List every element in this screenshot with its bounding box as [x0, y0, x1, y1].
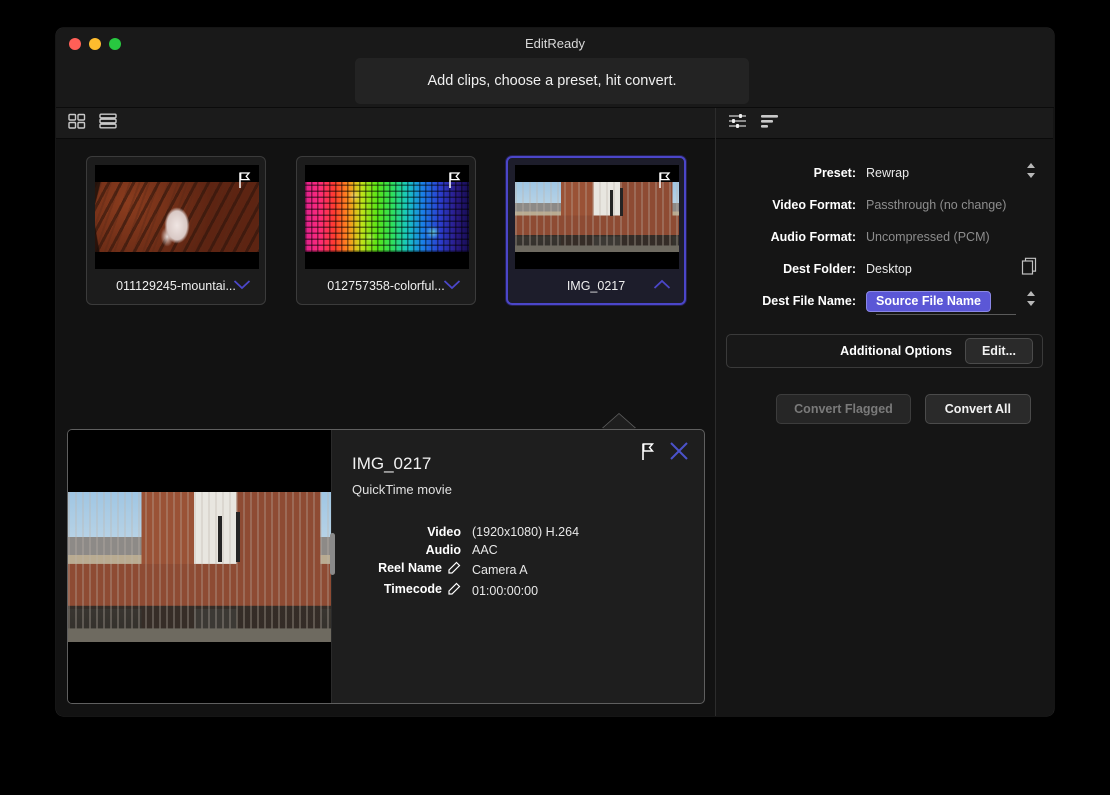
chevron-down-icon[interactable]: [443, 279, 461, 293]
detail-subtitle: QuickTime movie: [352, 482, 452, 497]
metadata-value: AAC: [472, 543, 498, 557]
convert-flagged-button[interactable]: Convert Flagged: [776, 394, 911, 424]
metadata-value[interactable]: 01:00:00:00: [470, 580, 579, 601]
field-label: Preset:: [813, 166, 856, 180]
clip-thumbnail: [95, 165, 259, 269]
flag-icon[interactable]: [448, 171, 462, 194]
table-row: Reel Name Camera A: [352, 559, 579, 580]
sliders-icon[interactable]: [728, 113, 748, 134]
edit-button[interactable]: Edit...: [964, 338, 1033, 364]
dest-file-name-token[interactable]: Source File Name: [866, 290, 991, 312]
chevron-up-icon[interactable]: [653, 279, 671, 293]
body-split: 011129245-mountai... 012757358-colorful.…: [56, 108, 1054, 716]
detail-preview-image: [68, 492, 331, 642]
drop-zone[interactable]: Add clips, choose a preset, hit convert.: [355, 58, 749, 104]
titlebar: EditReady Add clips, choose a preset, hi…: [56, 28, 1054, 108]
list-view-icon[interactable]: [99, 113, 118, 134]
clip-title: 011129245-mountai...: [116, 279, 236, 293]
copy-folder-icon[interactable]: [1021, 257, 1039, 282]
metadata-key-editable: Timecode: [352, 580, 470, 601]
field-audio-format: Audio Format: Uncompressed (PCM): [716, 221, 1053, 253]
clip-card-selected[interactable]: IMG_0217: [506, 156, 686, 305]
field-preset: Preset: Rewrap: [716, 157, 1053, 189]
metadata-value: (1920x1080) H.264: [472, 525, 580, 539]
flag-icon[interactable]: [238, 171, 252, 194]
stepper-icon[interactable]: [1026, 290, 1036, 312]
detail-preview: [68, 430, 335, 703]
flag-icon[interactable]: [641, 442, 656, 466]
field-dest-file-name: Dest File Name: Source File Name: [716, 285, 1053, 317]
main-pane: 011129245-mountai... 012757358-colorful.…: [56, 108, 716, 716]
settings-form: Preset: Rewrap Video Format: Passthrough…: [716, 139, 1053, 424]
clip-thumbnail-image: [95, 182, 259, 252]
window-title: EditReady: [525, 36, 585, 51]
metadata-key-editable: Reel Name: [352, 559, 470, 580]
clip-thumbnail-image: [515, 182, 679, 252]
field-label: Dest File Name:: [762, 294, 856, 308]
detail-metadata-table: Video (1920x1080) H.264 Audio AAC Reel N…: [352, 523, 579, 601]
convert-buttons-row: Convert Flagged Convert All: [716, 368, 1053, 424]
field-value: Uncompressed (PCM): [866, 230, 990, 244]
clip-label: IMG_0217: [515, 269, 677, 303]
table-row: Audio AAC: [352, 541, 579, 559]
field-underline: [876, 314, 1016, 315]
clip-detail-panel: IMG_0217 QuickTime movie Video (1920x108…: [67, 429, 705, 704]
metadata-key: Audio: [425, 543, 461, 557]
clip-title: 012757358-colorful...: [327, 279, 445, 293]
clip-thumbnail: [305, 165, 469, 269]
clip-thumbnail: [515, 165, 679, 269]
clip-label: 012757358-colorful...: [305, 269, 467, 303]
close-icon[interactable]: [668, 440, 690, 467]
sort-list-icon[interactable]: [760, 113, 780, 134]
drop-zone-text: Add clips, choose a preset, hit convert.: [427, 73, 677, 89]
detail-pointer-triangle: [602, 414, 636, 429]
table-row: Video (1920x1080) H.264: [352, 523, 579, 541]
app-window: EditReady Add clips, choose a preset, hi…: [56, 28, 1054, 716]
detail-scrollbar[interactable]: [330, 533, 335, 575]
detail-info: IMG_0217 QuickTime movie Video (1920x108…: [332, 430, 704, 703]
main-toolbar: [56, 108, 715, 139]
metadata-value[interactable]: Camera A: [470, 559, 579, 580]
detail-actions: [641, 440, 690, 467]
metadata-key: Video: [427, 525, 461, 539]
field-value: Passthrough (no change): [866, 198, 1007, 212]
field-label: Video Format:: [772, 198, 856, 212]
clip-thumbnail-image: [305, 182, 469, 252]
field-dest-folder: Dest Folder: Desktop: [716, 253, 1053, 285]
field-label: Audio Format:: [770, 230, 856, 244]
additional-options-label: Additional Options: [840, 344, 952, 358]
convert-all-button[interactable]: Convert All: [924, 394, 1031, 424]
stepper-icon[interactable]: [1026, 162, 1036, 184]
chevron-down-icon[interactable]: [233, 279, 251, 293]
clip-strip: 011129245-mountai... 012757358-colorful.…: [56, 139, 715, 305]
clip-card[interactable]: 011129245-mountai...: [86, 156, 266, 305]
clip-card[interactable]: 012757358-colorful...: [296, 156, 476, 305]
side-pane: Preset: Rewrap Video Format: Passthrough…: [716, 108, 1053, 716]
tag-edit-icon[interactable]: [447, 582, 461, 599]
grid-view-icon[interactable]: [68, 113, 87, 134]
field-value[interactable]: Desktop: [866, 262, 912, 276]
side-toolbar: [716, 108, 1053, 139]
additional-options-bar: Additional Options Edit...: [726, 334, 1043, 368]
clip-title: IMG_0217: [566, 279, 626, 293]
table-row: Timecode 01:00:00:00: [352, 580, 579, 601]
field-value[interactable]: Rewrap: [866, 166, 909, 180]
field-video-format: Video Format: Passthrough (no change): [716, 189, 1053, 221]
clip-label: 011129245-mountai...: [95, 269, 257, 303]
flag-icon[interactable]: [658, 171, 672, 194]
field-label: Dest Folder:: [783, 262, 856, 276]
tag-edit-icon[interactable]: [447, 561, 461, 578]
